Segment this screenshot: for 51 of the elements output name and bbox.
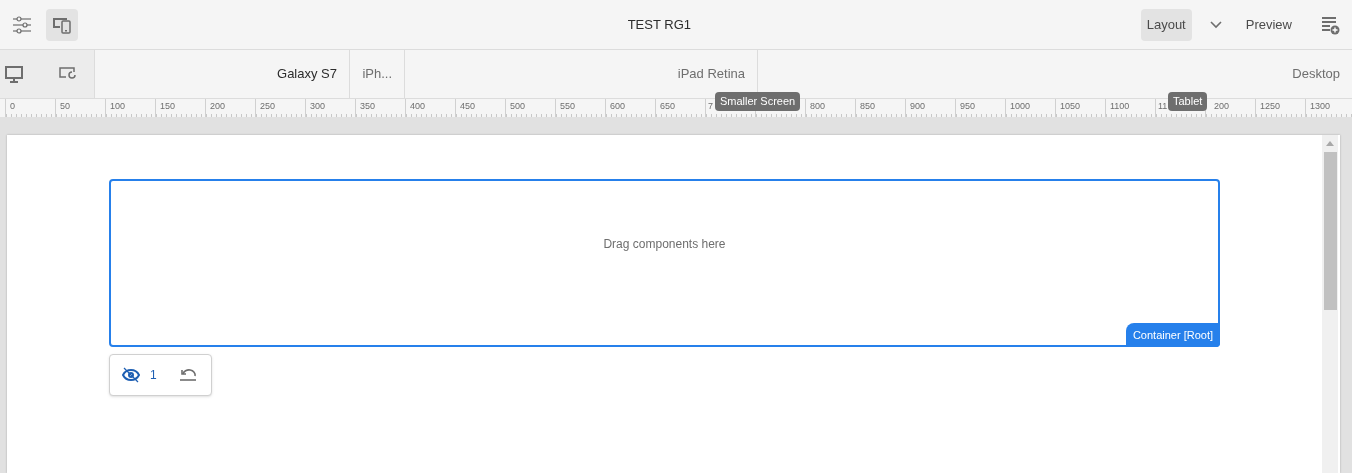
tooltip: Smaller Screen (715, 92, 801, 111)
ruler-label: 0 (10, 101, 15, 111)
ruler-label: 950 (960, 101, 976, 111)
ruler-label: 1300 (1310, 101, 1331, 111)
page-title: TEST RG1 (627, 15, 691, 34)
ruler-label: 650 (660, 101, 676, 111)
ruler-label: 1000 (1010, 101, 1031, 111)
ruler-label: 600 (610, 101, 626, 111)
ruler-label: 50 (60, 101, 70, 111)
ruler-label: 1100 (1110, 101, 1130, 111)
ruler-label: 11 (1158, 101, 1168, 111)
ruler-label: 100 (110, 101, 126, 111)
settings-icon (12, 15, 32, 34)
ruler-label: 7 (708, 101, 713, 111)
ruler-label: 250 (260, 101, 276, 111)
ruler-label: 200 (210, 101, 226, 111)
rotate-device-icon (58, 66, 78, 82)
device-option[interactable]: iPad Retina (677, 64, 745, 84)
emulator-button[interactable] (46, 8, 78, 41)
list-add-icon (1320, 14, 1340, 35)
mode-button[interactable]: Preview (1239, 8, 1298, 41)
mode-button[interactable]: Layout (1140, 8, 1192, 41)
ruler-label: 500 (510, 101, 526, 111)
drop-placeholder: Drag components here (603, 236, 726, 253)
scrollbar-thumb[interactable] (1323, 152, 1337, 310)
device-option[interactable]: iPh... (362, 64, 392, 84)
undo-icon (178, 368, 197, 382)
ruler-label: 300 (310, 101, 326, 111)
tooltip: Tablet (1168, 92, 1208, 111)
ruler-label: 350 (360, 101, 376, 111)
scrollbar[interactable] (1322, 135, 1338, 473)
chevron-down-icon (1209, 20, 1222, 29)
device-option[interactable]: Desktop (1292, 64, 1340, 84)
hidden-components-button[interactable]: 1 (122, 366, 157, 384)
ruler-label: 450 (460, 101, 476, 111)
ruler-label: 900 (910, 101, 926, 111)
device-option[interactable]: Galaxy S7 (277, 64, 337, 84)
ruler-label: 1250 (1260, 101, 1281, 111)
ruler-label: 850 (860, 101, 876, 111)
ruler-label: 150 (160, 101, 176, 111)
devices-icon (52, 15, 72, 34)
ruler-label: 800 (810, 101, 826, 111)
hidden-eye-icon (122, 367, 140, 383)
ruler-label: 200 (1214, 101, 1230, 111)
container-label: Container [Root] (1125, 323, 1220, 347)
ruler-label: 1050 (1060, 101, 1081, 111)
container-dropzone[interactable]: Drag components here Container [Root] (109, 179, 1220, 347)
ruler-label: 400 (410, 101, 426, 111)
ruler-label: 550 (560, 101, 576, 111)
monitor-icon (5, 65, 23, 83)
scroll-up-icon (1326, 141, 1334, 146)
